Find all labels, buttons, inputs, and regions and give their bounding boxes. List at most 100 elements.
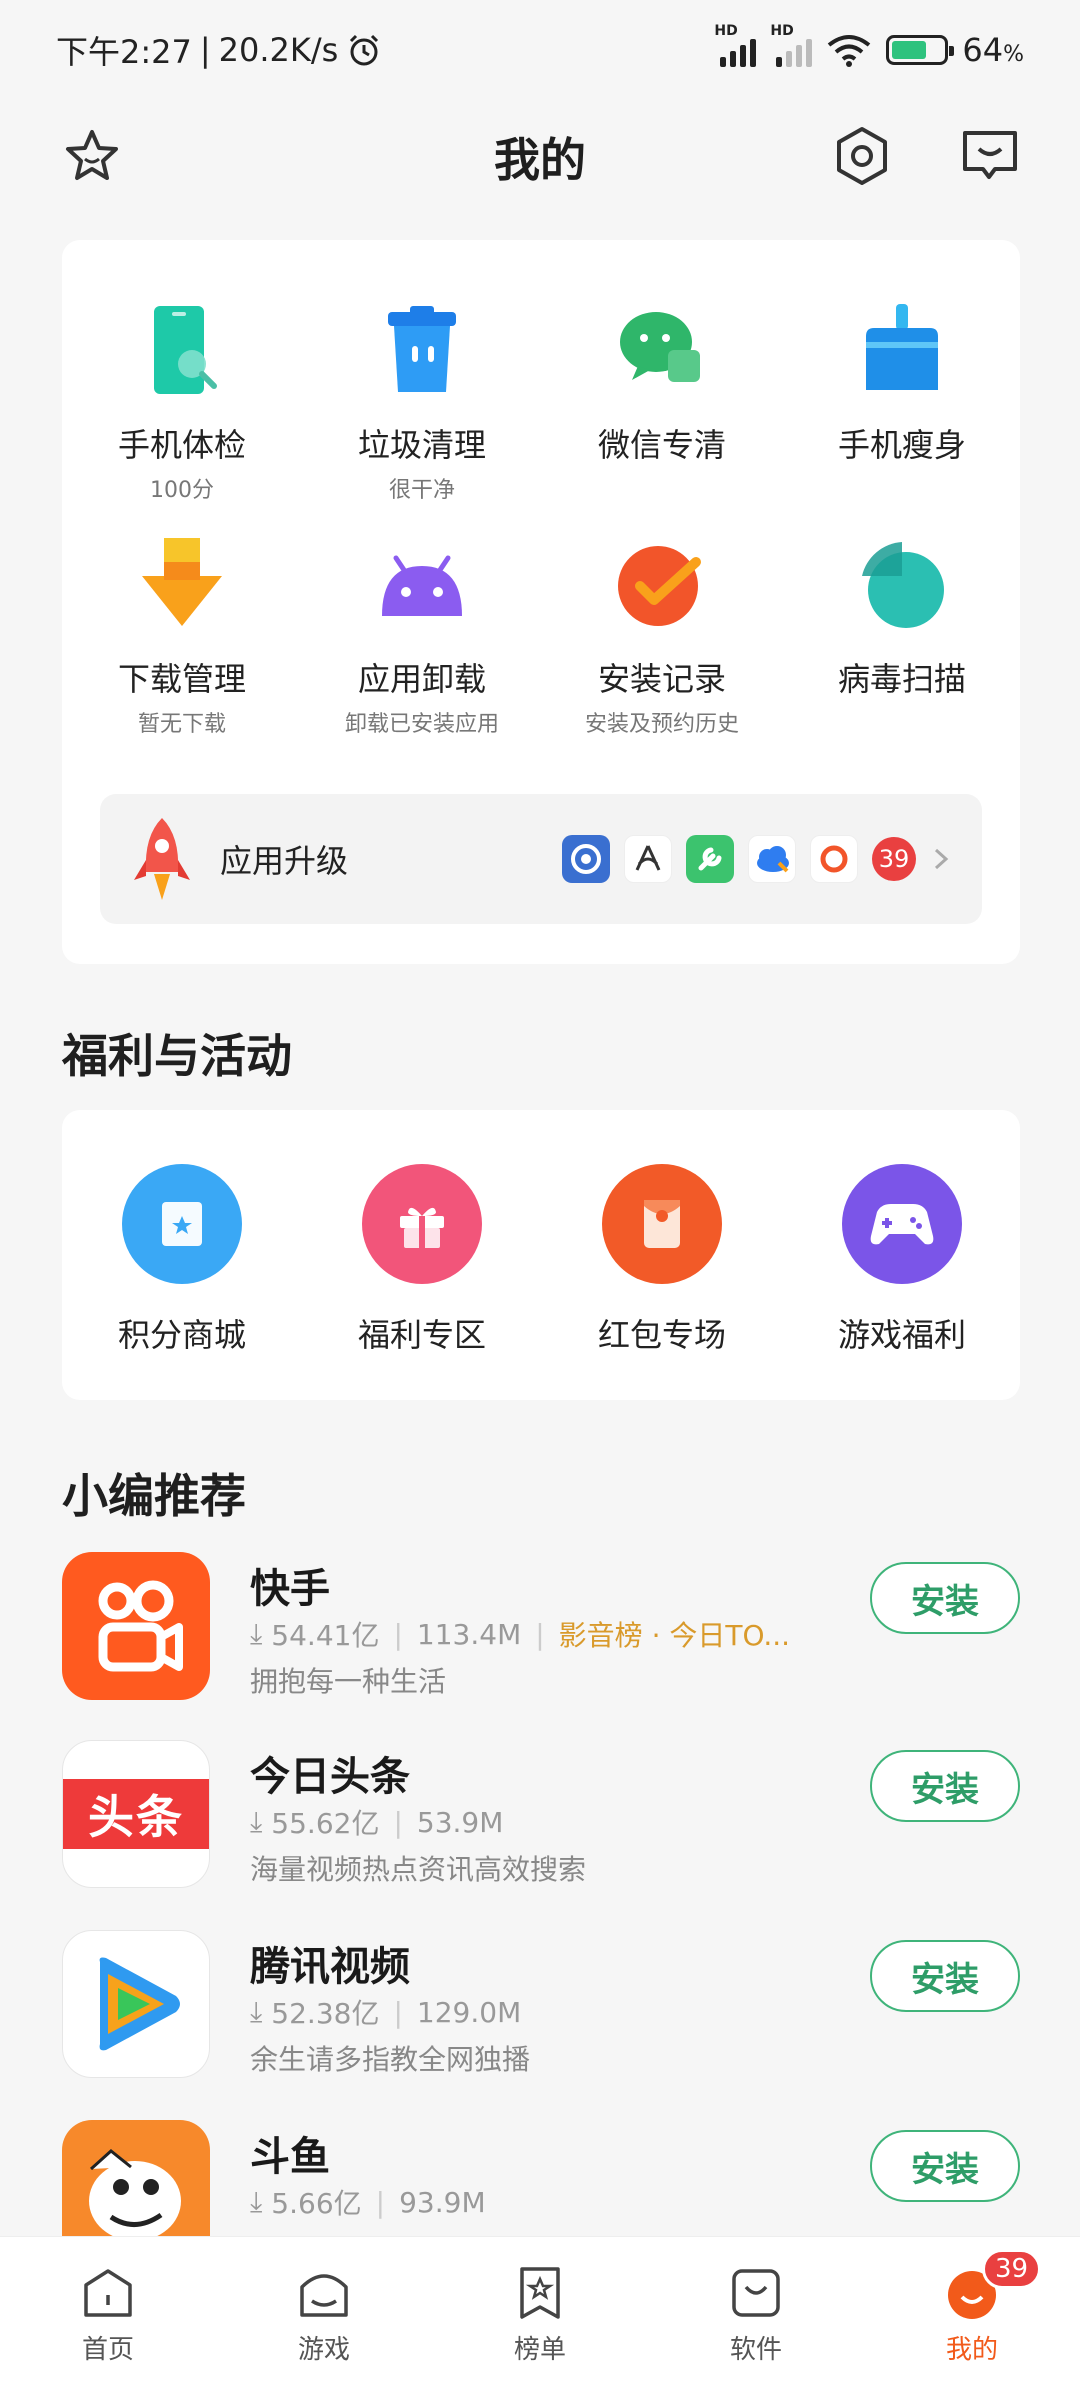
settings-icon	[837, 127, 887, 185]
chevron-right-icon	[934, 848, 949, 870]
install-button[interactable]: 安装	[870, 1940, 1020, 2012]
install-button[interactable]: 安装	[870, 1750, 1020, 1822]
trash-icon	[388, 306, 456, 392]
app-size: 129.0M	[416, 1995, 522, 2029]
nav-home[interactable]: 首页	[0, 2237, 216, 2400]
install-button[interactable]: 安装	[870, 2130, 1020, 2202]
upgrade-app-icon	[748, 835, 796, 883]
app-downloads: 54.41亿	[271, 1619, 380, 1652]
gamepad-icon	[842, 1164, 962, 1284]
app-meta: ⤓ 55.62亿 | 53.9M	[250, 1802, 503, 1842]
app-downloads: 5.66亿	[271, 2187, 362, 2220]
meta-separator: |	[375, 2185, 386, 2219]
software-icon	[732, 2269, 780, 2317]
alarm-icon	[350, 34, 379, 66]
tool-sub: 卸载已安装应用	[344, 712, 499, 737]
download-icon	[142, 538, 222, 626]
nav-label: 软件	[729, 2335, 782, 2365]
welfare-section-title: 福利与活动	[62, 1029, 292, 1083]
tool-wechat-clean[interactable]: 微信专清	[542, 302, 782, 466]
meta-separator: |	[393, 1805, 403, 1839]
status-left: 下午2:27 | 20.2K/s	[56, 27, 382, 73]
page-title: 我的	[494, 133, 586, 187]
welfare-benefit-zone[interactable]: 福利专区	[302, 1164, 542, 1356]
tool-virus-scan[interactable]: 病毒扫描	[782, 536, 1022, 700]
upgrade-count-badge: 39	[872, 837, 916, 881]
recommend-section-title: 小编推荐	[62, 1469, 246, 1523]
app-row-kuaishou[interactable]: 快手 ⤓ 54.41亿 | 113.4M | 影音榜 · 今日TO... 拥抱每…	[62, 1552, 1020, 1712]
status-divider: |	[199, 31, 211, 69]
nav-label: 我的	[945, 2335, 998, 2365]
welfare-points-mall[interactable]: 积分商城	[62, 1164, 302, 1356]
tool-sub: 安装及预约历史	[584, 712, 739, 737]
tool-phone-slim[interactable]: 手机瘦身	[782, 302, 1022, 466]
app-desc: 拥抱每一种生活	[250, 1665, 447, 1698]
upgrade-app-icon	[562, 835, 610, 883]
red-packet-icon	[602, 1164, 722, 1284]
app-name: 斗鱼	[250, 2134, 330, 2180]
download-icon: ⤓	[250, 1995, 263, 2028]
nav-mine[interactable]: 我的 39	[864, 2237, 1080, 2400]
tool-label: 病毒扫描	[837, 660, 966, 698]
download-icon: ⤓	[250, 1805, 263, 1838]
app-upgrade-bar[interactable]: 应用升级 39	[100, 794, 982, 924]
app-downloads: 55.62亿	[271, 1807, 380, 1840]
app-name: 快手	[250, 1566, 330, 1612]
ranking-icon	[520, 2267, 560, 2319]
welfare-game-benefits[interactable]: 游戏福利	[782, 1164, 1022, 1356]
wifi-icon	[828, 35, 871, 67]
android-icon	[382, 555, 462, 616]
points-mall-icon	[122, 1164, 242, 1284]
hd-label: HD	[714, 23, 738, 39]
battery-value: 64	[962, 31, 1004, 69]
welfare-red-packet[interactable]: 红包专场	[542, 1164, 782, 1356]
tool-label: 下载管理	[117, 660, 246, 698]
app-downloads: 52.38亿	[271, 1997, 380, 2030]
network-speed: 20.2K/s	[218, 31, 339, 69]
nav-label: 游戏	[297, 2335, 350, 2365]
tool-install-history[interactable]: 安装记录 安装及预约历史	[542, 536, 782, 738]
app-size: 53.9M	[416, 1805, 504, 1839]
app-meta: ⤓ 54.41亿 | 113.4M | 影音榜 · 今日TO...	[250, 1614, 790, 1654]
install-button[interactable]: 安装	[870, 1562, 1020, 1634]
nav-software[interactable]: 软件	[648, 2237, 864, 2400]
signal-icon: HD	[714, 23, 757, 67]
welfare-label: 游戏福利	[837, 1316, 966, 1354]
kuaishou-app-icon	[62, 1552, 210, 1700]
tool-download-manager[interactable]: 下载管理 暂无下载	[62, 536, 302, 738]
home-icon	[84, 2269, 132, 2317]
bottom-nav: 首页 游戏 榜单 软件 我的 39	[0, 2236, 1080, 2400]
app-upgrade-label: 应用升级	[220, 842, 349, 880]
tool-junk-clean[interactable]: 垃圾清理 很干净	[302, 302, 542, 504]
message-icon	[963, 131, 1017, 179]
app-row-toutiao[interactable]: 头条 今日头条 ⤓ 55.62亿 | 53.9M 海量视频热点资讯高效搜索 安装	[62, 1740, 1020, 1900]
wechat-icon	[620, 312, 700, 382]
hd-label-2: HD	[770, 23, 794, 39]
nav-rankings[interactable]: 榜单	[432, 2237, 648, 2400]
tool-sub: 暂无下载	[137, 712, 226, 737]
status-bar: 下午2:27 | 20.2K/s HD HD 64%	[0, 0, 1080, 100]
tool-label: 微信专清	[597, 426, 726, 464]
app-name: 腾讯视频	[250, 1944, 410, 1990]
settings-button[interactable]	[830, 124, 894, 188]
meta-separator: |	[393, 1617, 403, 1651]
tool-phone-checkup[interactable]: 手机体检 100分	[62, 302, 302, 504]
nav-badge: 39	[982, 2249, 1042, 2289]
tool-app-uninstall[interactable]: 应用卸载 卸载已安装应用	[302, 536, 542, 738]
upgrade-app-icon	[686, 835, 734, 883]
gift-icon	[362, 1164, 482, 1284]
welfare-card: 积分商城 福利专区 红包专场 游戏福利	[62, 1110, 1020, 1400]
upgrade-app-icon	[810, 835, 858, 883]
signal-icon-2: HD	[770, 23, 813, 67]
phone-check-icon	[154, 306, 217, 394]
status-right: HD HD 64%	[714, 23, 1024, 69]
nav-games[interactable]: 游戏	[216, 2237, 432, 2400]
tool-sub: 100分	[150, 478, 214, 503]
app-size: 93.9M	[399, 2185, 486, 2219]
app-meta: ⤓ 5.66亿 | 93.9M	[250, 2182, 486, 2222]
messages-button[interactable]	[958, 124, 1022, 188]
tool-label: 安装记录	[597, 660, 726, 698]
app-row-tencent-video[interactable]: 腾讯视频 ⤓ 52.38亿 | 129.0M 余生请多指教全网独播 安装	[62, 1930, 1020, 2090]
app-row-douyu[interactable]: 斗鱼 ⤓ 5.66亿 | 93.9M 安装	[62, 2120, 1020, 2236]
app-rank-tag: 影音榜 · 今日TO...	[558, 1619, 791, 1652]
